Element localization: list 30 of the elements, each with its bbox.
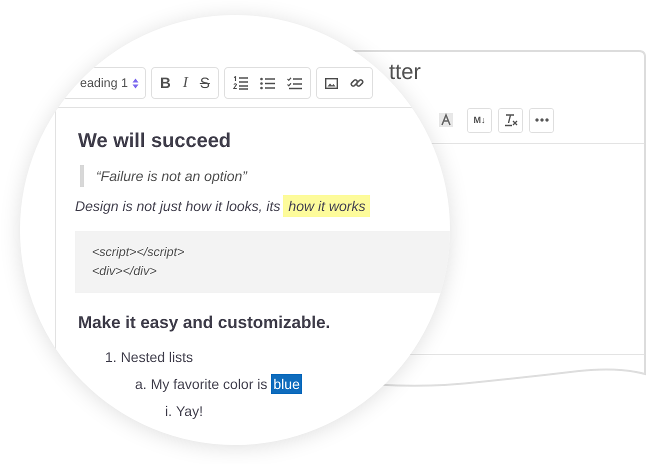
- clear-format-icon: [504, 113, 518, 127]
- list-marker: a.: [135, 376, 147, 392]
- selected-text: blue: [271, 374, 302, 394]
- strike-button[interactable]: S: [200, 74, 210, 92]
- more-button[interactable]: [529, 108, 554, 132]
- checklist-icon[interactable]: [286, 76, 302, 90]
- list-item-text: Nested lists: [120, 348, 194, 364]
- image-icon[interactable]: [324, 78, 338, 88]
- link-icon[interactable]: [350, 76, 364, 90]
- italic-button[interactable]: I: [182, 74, 188, 92]
- markdown-button[interactable]: M↓: [467, 108, 492, 132]
- bulleted-list-icon[interactable]: [260, 76, 275, 90]
- list-marker: 1.: [105, 348, 117, 364]
- code-line: <div></div>: [92, 263, 158, 280]
- list-item-text: Yay!: [176, 402, 203, 418]
- highlighted-text: how it works: [283, 195, 370, 217]
- code-line: <script></script>: [92, 244, 186, 261]
- document-title: tter: [389, 59, 421, 85]
- highlight-icon[interactable]: [439, 113, 453, 127]
- blockquote: “Failure is not an option”: [80, 165, 247, 187]
- heading: Make it easy and customizable.: [78, 313, 330, 333]
- paragraph-text: Design is not just how it looks, its: [75, 198, 280, 214]
- more-icon: [534, 118, 548, 122]
- list-item-text: My favorite color is: [150, 376, 268, 392]
- numbered-list-icon[interactable]: [232, 76, 248, 90]
- sort-caret-icon: [132, 78, 139, 88]
- list-marker: i.: [165, 402, 172, 418]
- clear-format-button[interactable]: [498, 108, 523, 132]
- heading: We will succeed: [78, 130, 232, 153]
- bold-button[interactable]: B: [160, 74, 171, 92]
